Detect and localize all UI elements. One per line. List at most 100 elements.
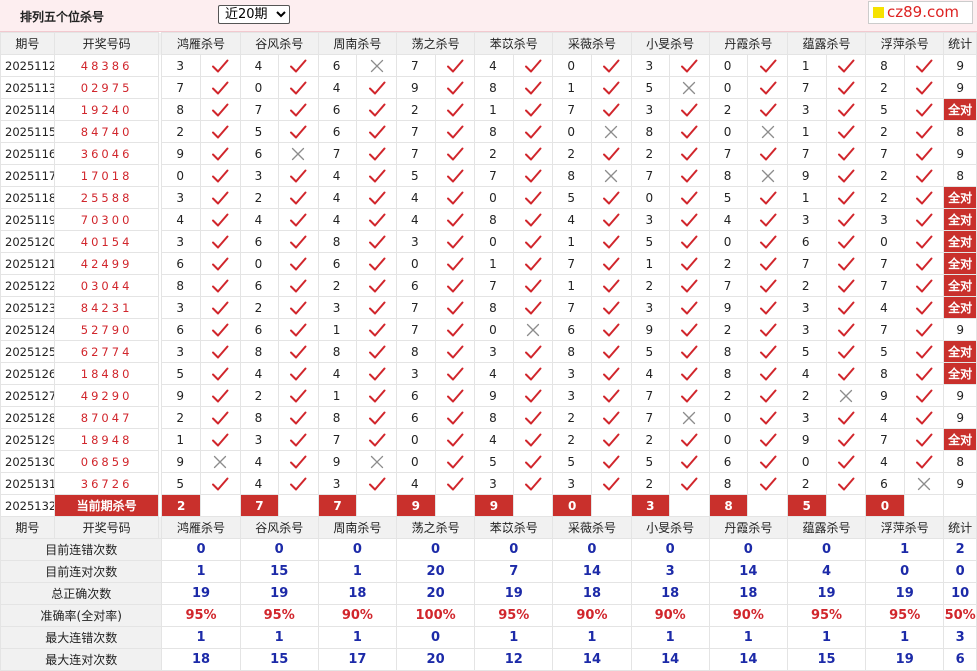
kill-value: 7 [865,428,905,451]
check-icon [290,411,307,424]
kill-value: 0 [239,252,280,275]
check-icon [212,235,229,248]
kill-value: 6 [395,406,436,429]
result-correct [669,230,710,253]
period-select[interactable]: 近20期 [218,5,290,24]
check-icon [525,279,542,292]
cross-icon [370,59,383,72]
stats-value: 0 [630,538,710,561]
result-correct [825,252,867,275]
kill-value: 7 [552,252,592,275]
result-correct [825,340,867,363]
result-correct [669,472,710,495]
check-icon [446,367,464,380]
kill-value: 6 [552,318,592,341]
stats-label: 准确率(全对率) [0,604,163,627]
kill-value: 2 [161,406,201,429]
stats-total: 10 [943,582,977,605]
kill-value: 6 [317,98,358,121]
kill-value: 9 [161,142,201,165]
result-correct [278,164,319,187]
kill-value: 7 [395,142,436,165]
kill-value: 0 [395,428,436,451]
result-correct [825,450,867,473]
check-icon [212,213,229,226]
result-correct [590,472,632,495]
kill-value: 6 [786,230,827,253]
result-wrong [669,76,710,99]
result-correct [903,428,945,451]
result-correct [825,230,867,253]
result-correct [356,362,397,385]
current-period-row: 2025132 当前期杀号 2 7 7 9 9 0 3 8 5 0 [0,494,977,517]
kill-value: 2 [708,98,749,121]
site-logo[interactable]: cz89.com [868,1,973,24]
result-correct [356,252,397,275]
kill-value: 3 [552,362,592,385]
check-icon [603,477,620,490]
stats-value: 95% [786,604,867,627]
kill-value: 6 [239,318,280,341]
kill-value: 8 [161,98,201,121]
stats-row: 最大连对次数 18 15 17 20 12 14 14 14 15 19 6 [0,648,977,671]
check-icon [446,169,464,182]
row-stat: 全对 [943,274,977,297]
result-correct [825,54,867,77]
result-wrong [512,318,554,341]
kill-value: 7 [239,98,280,121]
check-icon [681,455,698,468]
kill-value: 4 [317,186,358,209]
check-icon [446,411,464,424]
check-icon [525,301,542,314]
check-icon [603,301,620,314]
result-correct [278,472,319,495]
empty-cell [825,494,867,517]
result-correct [590,428,632,451]
result-correct [512,98,554,121]
check-icon [681,147,698,160]
check-icon [368,433,386,446]
kill-value: 5 [708,186,749,209]
check-icon [212,257,229,270]
kill-value: 9 [395,76,436,99]
draw-number: 19240 [53,98,160,121]
empty-cell [669,494,710,517]
stats-value: 20 [395,582,476,605]
cross-icon [761,169,774,182]
result-correct [747,406,788,429]
period-id: 2025115 [0,120,55,143]
table-row: 2025116 36046 9 6 7 7 2 2 2 7 7 7 9 [0,142,977,165]
kill-value: 2 [630,274,671,297]
kill-value: 7 [395,296,436,319]
result-correct [512,406,554,429]
row-stat: 全对 [943,296,977,319]
stats-value: 19 [239,582,319,605]
stats-value: 14 [708,560,788,583]
stats-value: 1 [317,560,397,583]
current-kill-value: 5 [786,494,827,517]
stats-total: 50% [943,604,977,627]
kill-value: 8 [474,208,514,231]
row-stat: 8 [943,120,977,143]
result-correct [434,296,476,319]
result-correct [434,428,476,451]
result-correct [747,54,788,77]
kill-value: 2 [161,120,201,143]
table-row: 2025117 17018 0 3 4 5 7 8 7 8 9 2 8 [0,164,977,187]
stats-value: 12 [474,648,554,671]
result-correct [278,54,319,77]
check-icon [837,323,855,336]
result-correct [200,54,241,77]
empty-cell [943,494,977,517]
kill-value: 5 [865,340,905,363]
check-icon [915,433,933,446]
kill-value: 2 [786,384,827,407]
kill-value: 3 [786,318,827,341]
kill-value: 3 [161,340,201,363]
header-expert: 苯苡杀号 [474,516,554,539]
cross-icon [917,477,931,490]
kill-value: 3 [161,54,201,77]
table-row: 2025126 18480 5 4 4 3 4 3 4 8 4 8 全对 [0,362,977,385]
stats-label: 目前连对次数 [0,560,163,583]
check-icon [837,103,855,116]
